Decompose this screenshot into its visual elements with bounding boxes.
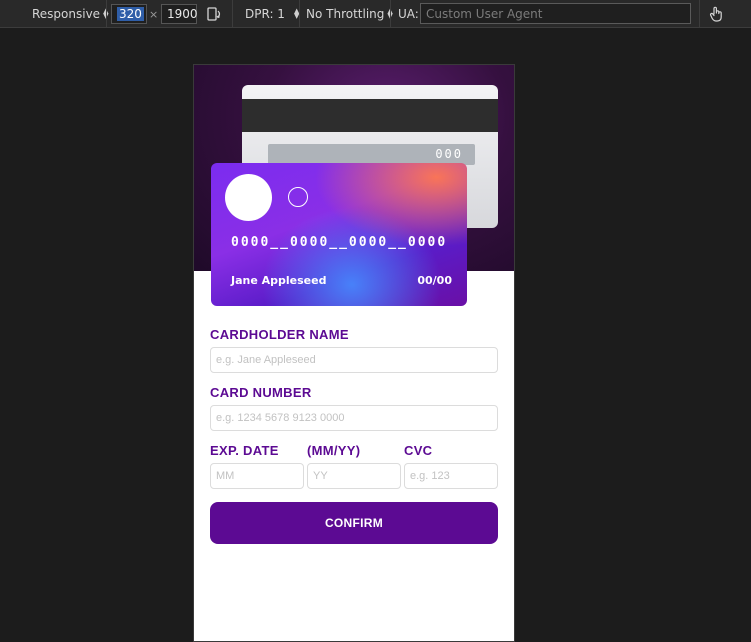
cardholder-name-display: Jane Appleseed	[231, 274, 327, 287]
devtools-toolbar: Responsive ▲▼ 320 × 1900 DPR: 1 ▲▼ No Th…	[0, 0, 751, 28]
cvc-input[interactable]: e.g. 123	[404, 463, 498, 489]
card-logo-ring-icon	[288, 187, 308, 207]
device-mode-label: Responsive	[32, 7, 101, 21]
exp-month-placeholder: MM	[216, 470, 235, 482]
divider	[232, 0, 233, 28]
width-input[interactable]: 320	[111, 4, 147, 24]
dpr-select[interactable]: DPR: 1 ▲ ▼	[245, 0, 299, 28]
dpr-label: DPR: 1	[245, 7, 285, 21]
rotate-icon[interactable]	[206, 0, 222, 28]
exp-year-placeholder: YY	[313, 470, 328, 482]
card-expiry-display: 00/00	[417, 274, 452, 287]
card-logo-circle-icon	[225, 174, 272, 221]
throttling-select[interactable]: No Throttling ▲▼	[306, 0, 393, 28]
width-value: 320	[117, 7, 144, 21]
confirm-button-label: CONFIRM	[324, 516, 384, 530]
magnetic-stripe	[242, 99, 498, 132]
cvc-label: CVC	[404, 443, 433, 458]
confirm-button[interactable]: CONFIRM	[210, 502, 498, 544]
height-input[interactable]: 1900	[161, 4, 198, 24]
touch-icon[interactable]	[708, 0, 724, 28]
exp-format-label: (MM/YY)	[307, 443, 361, 458]
user-agent-placeholder: Custom User Agent	[426, 6, 543, 21]
cardholder-name-input[interactable]: e.g. Jane Appleseed	[210, 347, 498, 373]
height-value: 1900	[167, 7, 198, 21]
card-number-display: 0000__0000__0000__0000	[231, 235, 448, 250]
dimension-times: ×	[149, 7, 159, 21]
divider	[699, 0, 700, 28]
exp-date-label: EXP. DATE	[210, 443, 279, 458]
divider	[390, 0, 391, 28]
device-mode-select[interactable]: Responsive ▲▼	[32, 0, 108, 28]
exp-month-input[interactable]: MM	[210, 463, 304, 489]
cardholder-name-placeholder: e.g. Jane Appleseed	[216, 354, 316, 366]
exp-year-input[interactable]: YY	[307, 463, 401, 489]
page-viewport: 000 0000__0000__0000__0000 Jane Applesee…	[193, 64, 515, 642]
card-number-placeholder: e.g. 1234 5678 9123 0000	[216, 412, 345, 424]
throttling-label: No Throttling	[306, 7, 385, 21]
card-front: 0000__0000__0000__0000 Jane Appleseed 00…	[211, 163, 467, 306]
cvc-placeholder: e.g. 123	[410, 470, 450, 482]
card-cvc-display: 000	[268, 144, 475, 165]
divider	[106, 0, 107, 28]
card-number-label: CARD NUMBER	[210, 385, 312, 400]
divider	[299, 0, 300, 28]
card-number-input[interactable]: e.g. 1234 5678 9123 0000	[210, 405, 498, 431]
user-agent-input[interactable]: Custom User Agent	[420, 3, 691, 24]
cardholder-name-label: CARDHOLDER NAME	[210, 327, 349, 342]
ua-label: UA:	[398, 7, 419, 21]
